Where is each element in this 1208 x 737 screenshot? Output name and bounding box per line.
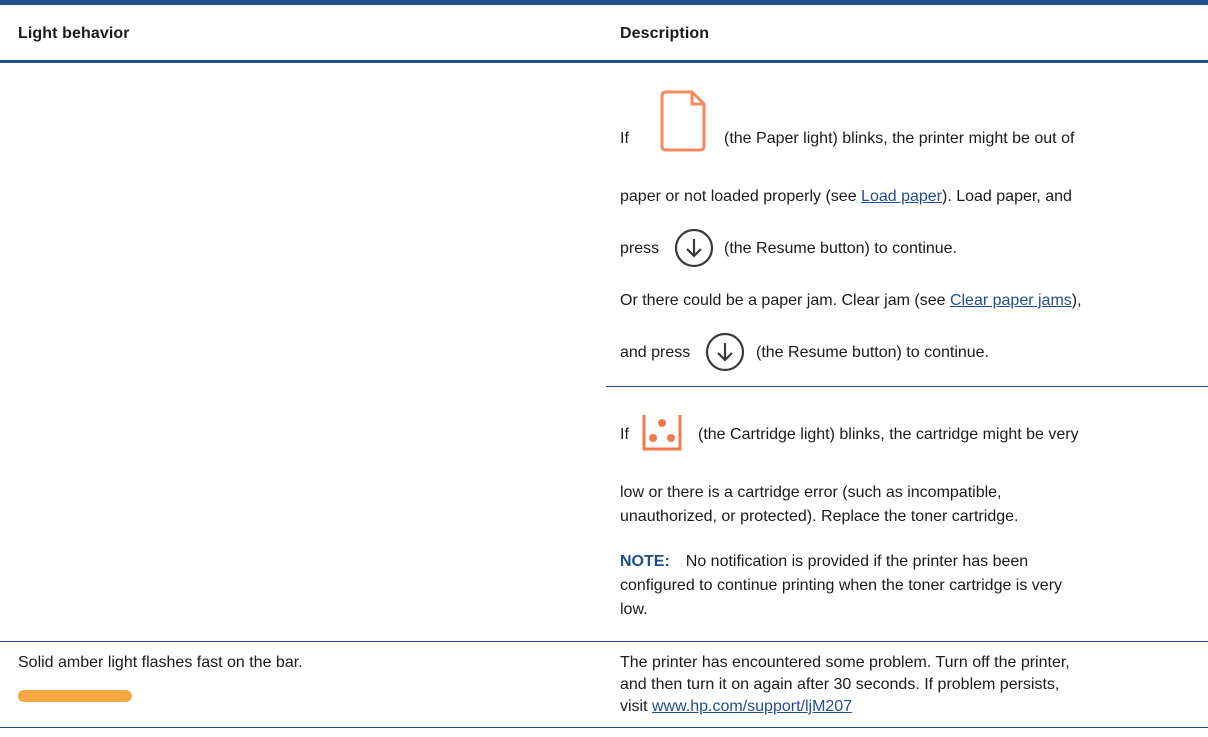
sub-row-rule: [606, 386, 1208, 387]
paper-desc-text-2b: ). Load paper, and: [942, 188, 1072, 205]
cartridge-desc-line-3: unauthorized, or protected). Replace the…: [620, 508, 1019, 525]
amber-desc-line-2: and then turn it on again after 30 secon…: [620, 676, 1060, 693]
cartridge-desc-line-2: low or there is a cartridge error (such …: [620, 484, 1002, 501]
load-paper-link[interactable]: Load paper: [861, 188, 942, 205]
paper-if-text: If: [620, 130, 629, 147]
paper-desc-text-2: paper or not loaded properly (see: [620, 188, 862, 205]
paper-desc-line-1: If: [620, 128, 629, 150]
paper-jam-text-b: ),: [1071, 292, 1082, 309]
amber-desc-line-3: visit www.hp.com/support/ljM207: [620, 696, 852, 718]
clear-paper-jams-link[interactable]: Clear paper jams: [950, 292, 1072, 309]
row-rule: [0, 641, 1208, 642]
paper-light-icon: [660, 90, 706, 152]
press-text: press: [620, 240, 660, 257]
paper-desc-line-5: and press: [620, 342, 690, 364]
note-label: NOTE:: [620, 553, 670, 570]
paper-desc-line-3: press: [620, 238, 659, 260]
table-bottom-rule: [0, 727, 1208, 728]
cartridge-light-icon: [642, 415, 682, 451]
amber-behavior-text: Solid amber light flashes fast on the ba…: [18, 654, 303, 671]
paper-desc-line-5b: (the Resume button) to continue.: [756, 342, 989, 364]
table-top-rule: [0, 0, 1208, 5]
resume-text-1: (the Resume button) to continue.: [724, 240, 958, 257]
resume-text-2: (the Resume button) to continue.: [756, 344, 990, 361]
hp-support-link[interactable]: www.hp.com/support/ljM207: [652, 698, 852, 715]
cartridge-desc-text-1: (the Cartridge light) blinks, the cartri…: [698, 426, 1079, 443]
note-line-1: NOTE: No notification is provided if the …: [620, 551, 1028, 573]
paper-desc-text-1: (the Paper light) blinks, the printer mi…: [724, 130, 1075, 147]
amber-light-bar: [18, 690, 132, 702]
paper-jam-text: Or there could be a paper jam. Clear jam…: [620, 292, 950, 309]
resume-button-icon: [674, 228, 714, 268]
paper-desc-line-3b: (the Resume button) to continue.: [724, 238, 957, 260]
paper-desc-line-4: Or there could be a paper jam. Clear jam…: [620, 290, 1082, 312]
header-rule: [0, 60, 1208, 63]
visit-text: visit: [620, 698, 652, 715]
and-press-text: and press: [620, 344, 691, 361]
header-light-behavior: Light behavior: [18, 25, 130, 42]
paper-desc-line-1b: (the Paper light) blinks, the printer mi…: [724, 128, 1074, 150]
paper-desc-line-2: paper or not loaded properly (see Load p…: [620, 186, 1072, 208]
amber-desc-line-1: The printer has encountered some problem…: [620, 654, 1070, 671]
cartridge-desc-line-1b: (the Cartridge light) blinks, the cartri…: [698, 424, 1079, 446]
note-line-2: configured to continue printing when the…: [620, 577, 1063, 594]
header-description: Description: [620, 25, 710, 42]
cartridge-desc-line-1: If: [620, 424, 629, 446]
resume-button-icon: [705, 332, 745, 372]
note-text-1: No notification is provided if the print…: [685, 553, 1029, 570]
cartridge-if-text: If: [620, 426, 629, 443]
note-line-3: low.: [620, 601, 648, 618]
